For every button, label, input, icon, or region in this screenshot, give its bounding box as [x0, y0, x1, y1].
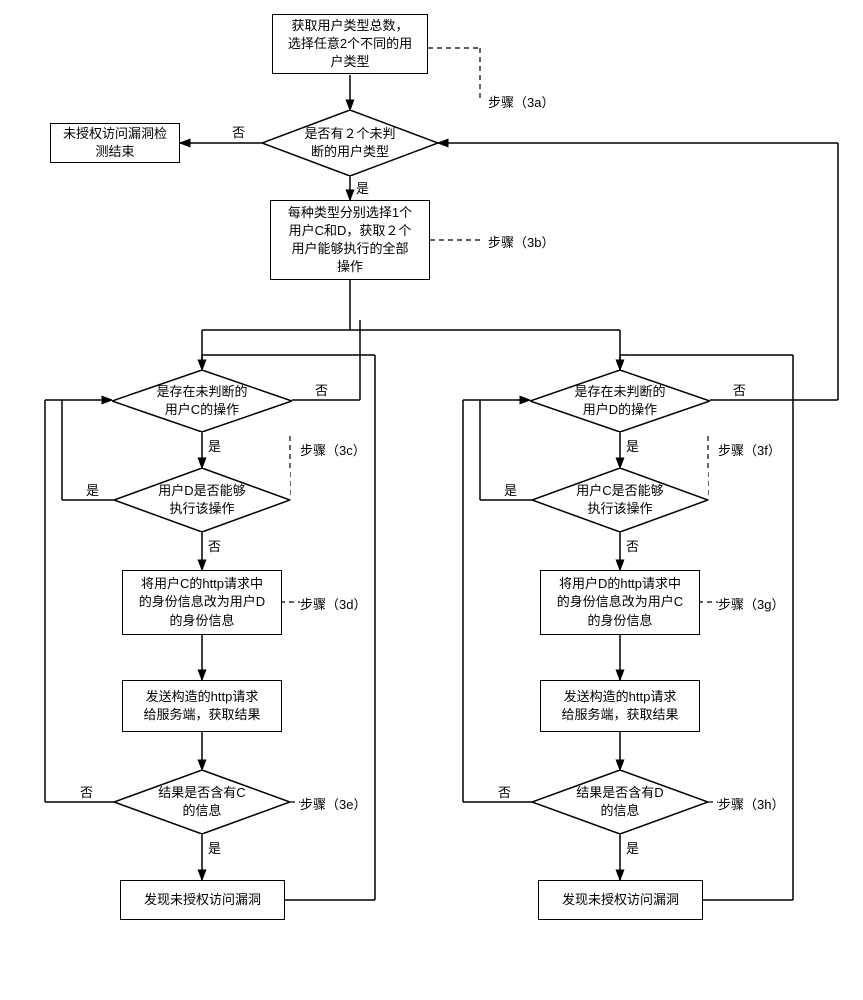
decision-c-can-text: 用户C是否能够 执行该操作	[552, 482, 687, 517]
label-no-types: 否	[232, 122, 245, 141]
label-step3b: 步骤（3b）	[488, 232, 554, 251]
label-step3e: 步骤（3e）	[300, 794, 366, 813]
label-step3a: 步骤（3a）	[488, 92, 554, 111]
start-box: 获取用户类型总数， 选择任意2个不同的用 户类型	[272, 14, 428, 74]
box-3d: 将用户C的http请求中 的身份信息改为用户D 的身份信息	[122, 570, 282, 635]
decision-c-ops: 是存在未判断的 用户C的操作	[112, 370, 292, 432]
label-no-result-d: 否	[498, 782, 511, 801]
decision-two-types: 是否有２个未判 断的用户类型	[262, 110, 438, 176]
label-yes-types: 是	[356, 178, 369, 197]
label-yes-result-d: 是	[626, 838, 639, 857]
label-yes-result-c: 是	[208, 838, 221, 857]
label-yes-d-ops: 是	[626, 436, 639, 455]
step3b-box: 每种类型分别选择1个 用户C和D，获取２个 用户能够执行的全部 操作	[270, 200, 430, 280]
label-step3d: 步骤（3d）	[300, 594, 366, 613]
start-text: 获取用户类型总数， 选择任意2个不同的用 户类型	[288, 17, 412, 72]
end-text: 未授权访问漏洞检 测结束	[63, 125, 167, 161]
found-c-text: 发现未授权访问漏洞	[144, 891, 261, 909]
decision-c-ops-text: 是存在未判断的 用户C的操作	[132, 383, 271, 418]
label-step3f: 步骤（3f）	[718, 440, 781, 459]
box-3g: 将用户D的http请求中 的身份信息改为用户C 的身份信息	[540, 570, 700, 635]
box-send-d: 发送构造的http请求 给服务端，获取结果	[540, 680, 700, 732]
box-send-d-text: 发送构造的http请求 给服务端，获取结果	[561, 688, 678, 724]
label-no-d-can: 否	[208, 536, 221, 555]
label-yes-c-ops: 是	[208, 436, 221, 455]
label-no-d-ops: 否	[733, 380, 746, 399]
label-step3h: 步骤（3h）	[718, 794, 784, 813]
decision-c-can: 用户C是否能够 执行该操作	[532, 468, 708, 532]
found-d-text: 发现未授权访问漏洞	[562, 891, 679, 909]
label-yes-c-can: 是	[504, 480, 517, 499]
label-step3c: 步骤（3c）	[300, 440, 366, 459]
decision-result-c: 结果是否含有C 的信息	[114, 770, 290, 834]
box-send-c-text: 发送构造的http请求 给服务端，获取结果	[143, 688, 260, 724]
box-3g-text: 将用户D的http请求中 的身份信息改为用户C 的身份信息	[557, 575, 683, 630]
box-3d-text: 将用户C的http请求中 的身份信息改为用户D 的身份信息	[139, 575, 265, 630]
decision-two-types-text: 是否有２个未判 断的用户类型	[280, 125, 419, 160]
decision-d-can-text: 用户D是否能够 执行该操作	[134, 482, 269, 517]
step3b-text: 每种类型分别选择1个 用户C和D，获取２个 用户能够执行的全部 操作	[288, 204, 412, 277]
found-d-box: 发现未授权访问漏洞	[538, 880, 703, 920]
box-send-c: 发送构造的http请求 给服务端，获取结果	[122, 680, 282, 732]
decision-result-d-text: 结果是否含有D 的信息	[552, 784, 687, 819]
decision-result-d: 结果是否含有D 的信息	[532, 770, 708, 834]
label-yes-d-can: 是	[86, 480, 99, 499]
decision-result-c-text: 结果是否含有C 的信息	[134, 784, 269, 819]
decision-d-can: 用户D是否能够 执行该操作	[114, 468, 290, 532]
label-step3g: 步骤（3g）	[718, 594, 784, 613]
label-no-c-can: 否	[626, 536, 639, 555]
label-no-c-ops: 否	[315, 380, 328, 399]
found-c-box: 发现未授权访问漏洞	[120, 880, 285, 920]
label-no-result-c: 否	[80, 782, 93, 801]
end-box: 未授权访问漏洞检 测结束	[50, 123, 180, 163]
decision-d-ops-text: 是存在未判断的 用户D的操作	[550, 383, 689, 418]
decision-d-ops: 是存在未判断的 用户D的操作	[530, 370, 710, 432]
